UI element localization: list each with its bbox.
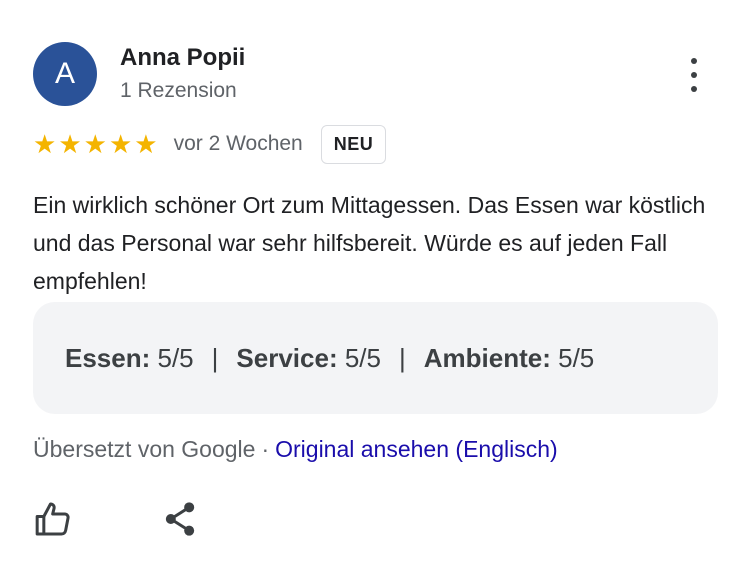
rating-separator: | xyxy=(211,342,219,373)
rating-separator: | xyxy=(399,342,406,373)
rating-label: Service: xyxy=(236,342,338,373)
thumbs-up-icon xyxy=(35,502,70,536)
rating-value: 5/5 xyxy=(344,342,381,373)
rating-essen: Essen: 5/5 xyxy=(65,343,194,374)
more-options-button[interactable] xyxy=(680,54,708,96)
rating-ambiente: Ambiente: 5/5 xyxy=(424,343,595,374)
new-badge: NEU xyxy=(320,124,387,164)
rating-service: Service: 5/5 xyxy=(236,343,381,374)
rating-label: Essen: xyxy=(65,342,151,373)
more-vert-icon xyxy=(691,58,697,64)
translation-separator: · xyxy=(261,436,270,462)
author-name[interactable]: Anna Popii xyxy=(120,44,245,72)
translation-note: Übersetzt von Google xyxy=(33,436,256,462)
share-icon xyxy=(165,502,195,536)
rating-row: ★ ★ ★ ★ ★ vor 2 Wochen NEU xyxy=(33,122,387,166)
share-button[interactable] xyxy=(160,499,200,539)
rating-label: Ambiente: xyxy=(423,342,551,373)
rating-value: 5/5 xyxy=(558,342,595,373)
star-icon: ★ xyxy=(134,129,158,159)
rating-value: 5/5 xyxy=(157,342,194,373)
avatar-letter: A xyxy=(54,57,75,90)
author-review-count: 1 Rezension xyxy=(120,79,237,102)
like-button[interactable] xyxy=(33,499,73,539)
star-icon: ★ xyxy=(33,129,57,159)
star-rating: ★ ★ ★ ★ ★ xyxy=(33,131,158,157)
more-vert-icon-dot xyxy=(691,72,697,78)
ratings-summary: Essen: 5/5 | Service: 5/5 | Ambiente: 5/… xyxy=(33,302,718,414)
view-original-link[interactable]: Original ansehen (Englisch) xyxy=(275,436,558,462)
more-vert-icon-dot xyxy=(691,86,697,92)
star-icon: ★ xyxy=(58,129,82,159)
translation-row: Übersetzt von Google · Original ansehen (E… xyxy=(33,436,558,463)
review-date: vor 2 Wochen xyxy=(173,132,303,155)
star-icon: ★ xyxy=(83,129,107,159)
review-text: Ein wirklich schöner Ort zum Mittagessen… xyxy=(33,192,706,294)
star-icon: ★ xyxy=(108,129,133,159)
avatar[interactable]: A xyxy=(33,42,97,106)
